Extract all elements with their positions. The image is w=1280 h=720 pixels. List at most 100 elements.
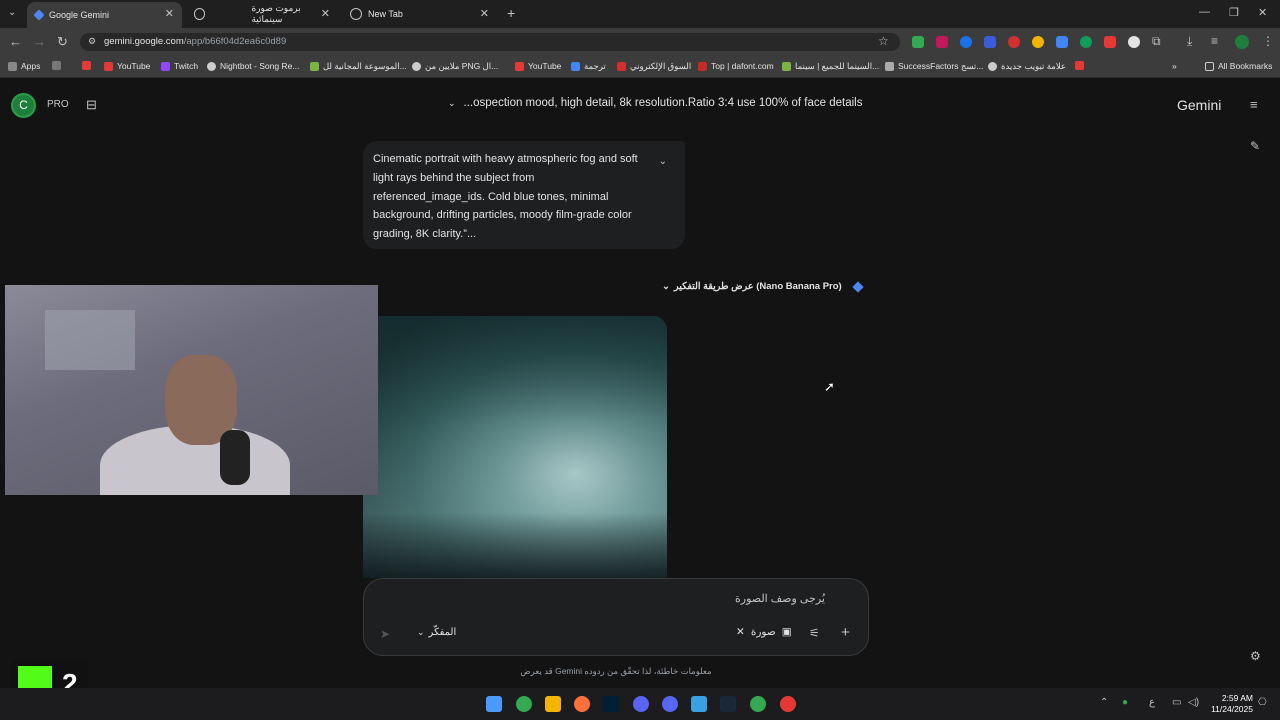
- media-control-icon[interactable]: ≡: [1211, 34, 1218, 48]
- clock-time: 2:59 AM: [1221, 693, 1253, 703]
- extension-icon[interactable]: [1008, 36, 1020, 48]
- bookmark-label: ملايين من PNG ال...: [425, 61, 499, 71]
- bookmark-encyclopedia[interactable]: الموسوعة المجانية لل...: [310, 61, 407, 72]
- avatar[interactable]: C: [11, 93, 36, 118]
- bookmark-label: SuccessFactors تسج...: [898, 61, 984, 71]
- tray-overflow-icon[interactable]: ⌃: [1100, 697, 1108, 708]
- network-icon[interactable]: ▭: [1172, 697, 1181, 708]
- prompt-input-placeholder[interactable]: يُرجى وصف الصورة: [720, 592, 825, 605]
- site-info-icon[interactable]: ⚙: [88, 36, 96, 47]
- extensions-puzzle-icon[interactable]: ⧉: [1152, 34, 1161, 49]
- extension-icon[interactable]: [1104, 36, 1116, 48]
- bookmark-grid[interactable]: [52, 61, 65, 70]
- back-icon[interactable]: ←: [9, 34, 22, 49]
- discord-icon[interactable]: [662, 696, 678, 712]
- minimize-icon[interactable]: —: [1199, 6, 1210, 18]
- menu-icon[interactable]: ≡: [1250, 97, 1258, 112]
- firefox-icon[interactable]: [574, 696, 590, 712]
- close-icon[interactable]: ✕: [165, 7, 174, 20]
- close-icon[interactable]: ✕: [480, 7, 489, 20]
- tab-google-gemini[interactable]: Google Gemini ✕: [27, 2, 182, 28]
- bookmark-market[interactable]: السوق الإلكتروني: [617, 61, 691, 72]
- generated-image[interactable]: [363, 316, 667, 578]
- bookmark-all[interactable]: All Bookmarks: [1205, 61, 1272, 71]
- bookmark-youtube-3[interactable]: [1075, 61, 1088, 70]
- extension-icon[interactable]: [936, 36, 948, 48]
- close-icon[interactable]: ✕: [736, 626, 745, 638]
- new-chat-edit-icon[interactable]: ✎: [1250, 139, 1260, 153]
- windows-start-icon[interactable]: [486, 696, 502, 712]
- app-icon[interactable]: [780, 696, 796, 712]
- extension-icon[interactable]: [1032, 36, 1044, 48]
- bookmark-twitch[interactable]: Twitch: [161, 61, 198, 71]
- extension-icon[interactable]: [984, 36, 996, 48]
- bookmark-successfactors[interactable]: SuccessFactors تسج...: [885, 61, 983, 72]
- clock[interactable]: 2:59 AM 11/24/2025: [1205, 693, 1253, 715]
- photoshop-icon[interactable]: [603, 696, 619, 712]
- send-icon[interactable]: ➤: [380, 627, 390, 641]
- temporary-chat-icon[interactable]: ⊟: [86, 97, 97, 113]
- bookmark-youtube-icon-only[interactable]: [82, 61, 95, 70]
- extension-icon[interactable]: [1080, 36, 1092, 48]
- youtube-icon: [104, 61, 113, 71]
- app-icon[interactable]: [691, 696, 707, 712]
- conversation-title[interactable]: ⌄ ...ospection mood, high detail, 8k reso…: [448, 97, 862, 109]
- steam-icon[interactable]: [720, 696, 736, 712]
- bookmark-youtube-2[interactable]: YouTube: [515, 61, 561, 71]
- bookmark-label: ترجمة: [584, 61, 606, 71]
- extension-icon[interactable]: [912, 36, 924, 48]
- file-explorer-icon[interactable]: [545, 696, 561, 712]
- bookmark-translate[interactable]: ترجمة: [571, 61, 606, 72]
- prompt-input-box[interactable]: [363, 578, 869, 656]
- mode-selector[interactable]: ⌄ المفكّر: [417, 627, 456, 638]
- twitch-icon: [161, 61, 170, 71]
- new-tab-button[interactable]: +: [507, 5, 515, 21]
- dafont-icon: [698, 61, 707, 71]
- profile-avatar-icon[interactable]: [1235, 35, 1249, 49]
- bookmarks-overflow-icon[interactable]: »: [1172, 61, 1177, 71]
- bookmark-youtube[interactable]: YouTube: [104, 61, 150, 71]
- reload-icon[interactable]: ↻: [57, 34, 68, 50]
- close-icon[interactable]: ✕: [321, 7, 330, 20]
- webcam-overlay: [5, 285, 378, 495]
- extension-icon[interactable]: [1128, 36, 1140, 48]
- image-tool-chip[interactable]: ✕ صورة ▣: [736, 626, 792, 638]
- expand-chevron-icon[interactable]: ⌄: [659, 153, 667, 172]
- maximize-icon[interactable]: ❐: [1229, 6, 1239, 19]
- mouse-cursor-icon: ➚: [824, 379, 835, 394]
- forward-icon[interactable]: →: [33, 34, 46, 49]
- menu-kebab-icon[interactable]: ⋮: [1262, 34, 1274, 48]
- notification-icon[interactable]: ⎔: [1258, 697, 1267, 708]
- bookmark-cinema[interactable]: السينما للجميع | سينما...: [782, 61, 879, 72]
- discord-icon[interactable]: [633, 696, 649, 712]
- tools-icon[interactable]: ⚟: [809, 626, 820, 640]
- image-icon: ▣: [781, 626, 792, 638]
- bookmark-new-tab[interactable]: علامة تبويب جديدة: [988, 61, 1066, 72]
- language-indicator[interactable]: ع: [1149, 697, 1155, 708]
- show-thinking-toggle[interactable]: ⌄ عرض طريقة التفكير (Nano Banana Pro): [662, 281, 842, 292]
- chrome-icon[interactable]: [750, 696, 766, 712]
- tab-search-icon[interactable]: ⌄: [8, 7, 16, 18]
- bookmark-dafont[interactable]: Top | dafont.com: [698, 61, 774, 71]
- site-icon: [617, 62, 626, 71]
- microphone-icon[interactable]: ●: [1122, 697, 1128, 708]
- settings-gear-icon[interactable]: ⚙: [1250, 649, 1261, 663]
- bookmark-nightbot[interactable]: Nightbot - Song Re...: [207, 61, 299, 71]
- extension-icon[interactable]: [960, 36, 972, 48]
- volume-icon[interactable]: ◁): [1188, 697, 1199, 708]
- translate-extension-icon[interactable]: [1056, 36, 1068, 48]
- close-window-icon[interactable]: ✕: [1258, 6, 1267, 19]
- site-icon: [412, 62, 421, 71]
- address-bar[interactable]: gemini.google.com/app/b66f04d2ea6c0d89: [80, 33, 900, 51]
- tab-prompt[interactable]: برموت صورة سينمائية ✕: [186, 2, 338, 26]
- gemini-icon: [33, 9, 45, 21]
- add-icon[interactable]: +: [841, 624, 850, 641]
- bookmark-png[interactable]: ملايين من PNG ال...: [412, 61, 498, 72]
- chrome-icon[interactable]: [516, 696, 532, 712]
- download-icon[interactable]: ⤓: [1187, 34, 1192, 49]
- bookmark-apps[interactable]: Apps: [8, 61, 40, 71]
- site-icon: [310, 62, 319, 71]
- tab-new-tab[interactable]: New Tab ✕: [342, 2, 497, 26]
- bookmark-star-icon[interactable]: ☆: [878, 34, 889, 48]
- bookmark-label: Apps: [21, 61, 41, 71]
